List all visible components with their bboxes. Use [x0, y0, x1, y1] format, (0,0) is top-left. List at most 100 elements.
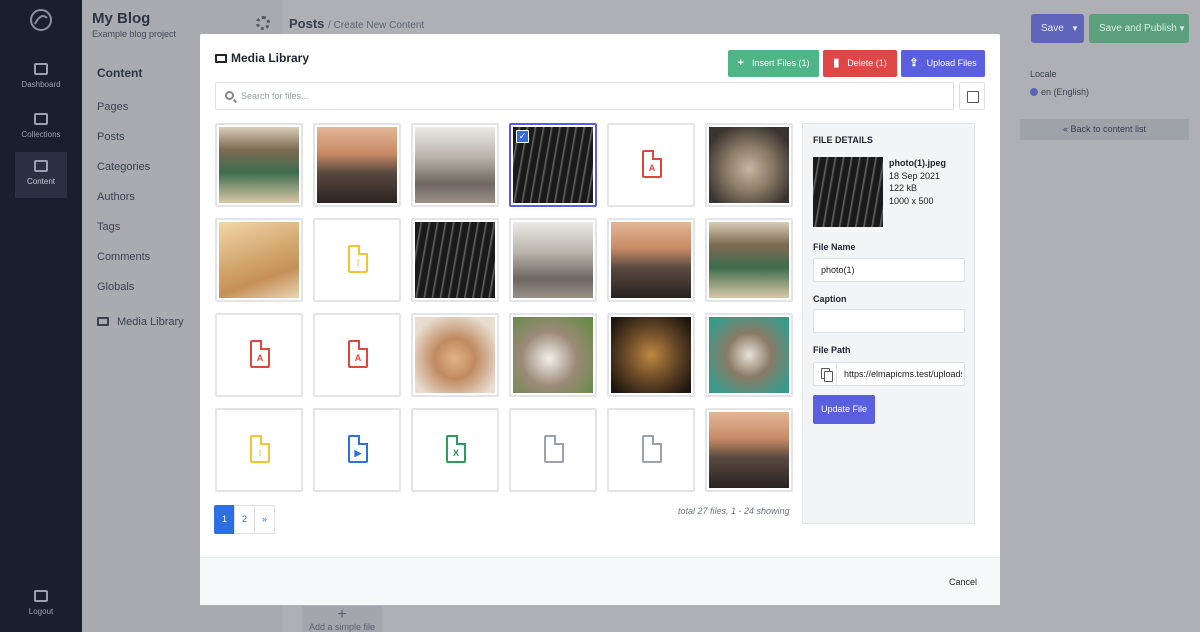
file-icon	[544, 435, 564, 463]
publish-dropdown-chevron-icon[interactable]: ▼	[1174, 14, 1190, 43]
media-library-modal: Media Library + Insert Files (1) ▮ Delete …	[200, 34, 1000, 605]
project-subtitle: Example blog project	[92, 29, 177, 39]
video-file-icon: ▶	[348, 435, 368, 463]
file-tile[interactable]	[607, 408, 695, 492]
page-title: Posts / Create New Content	[289, 16, 425, 31]
images-icon	[97, 317, 109, 326]
file-tile[interactable]	[705, 313, 793, 397]
project-title: My Blog	[92, 10, 151, 27]
file-tile[interactable]	[509, 408, 597, 492]
thumbnail-image	[709, 222, 789, 298]
left-rail: Dashboard Collections Content Logout	[0, 0, 82, 632]
delete-button[interactable]: ▮ Delete (1)	[823, 50, 897, 77]
thumbnail-image	[611, 317, 691, 393]
caption-input[interactable]	[813, 309, 965, 333]
thumbnail-image	[709, 317, 789, 393]
breadcrumb: / Create New Content	[328, 20, 425, 31]
page-2-button[interactable]: 2	[234, 505, 255, 534]
file-tile[interactable]	[411, 123, 499, 207]
page-1-button[interactable]: 1	[214, 505, 235, 534]
file-path-input[interactable]: https://elmapicms.test/uploads/photo(1).…	[844, 363, 962, 385]
sidebar-item-pages[interactable]: Pages	[97, 101, 150, 131]
file-tile[interactable]: A	[313, 313, 401, 397]
file-tile[interactable]: ✓	[509, 123, 597, 207]
upload-icon: ⇪	[909, 57, 919, 69]
next-page-button[interactable]: »	[254, 505, 275, 534]
app-logo	[30, 9, 52, 31]
thumbnail-image	[415, 317, 495, 393]
thumbnail-image	[513, 317, 593, 393]
grid-icon	[34, 113, 48, 125]
sidebar-item-media-library[interactable]: Media Library	[97, 316, 184, 328]
file-tile[interactable]: ⁞	[215, 408, 303, 492]
modal-footer: Cancel	[200, 557, 1000, 605]
zip-file-icon: ⁞	[250, 435, 270, 463]
sidebar-item-categories[interactable]: Categories	[97, 161, 150, 191]
sidebar-nav: Pages Posts Categories Authors Tags Comm…	[97, 101, 150, 311]
project-header: My Blog Example blog project	[92, 10, 176, 39]
cancel-button[interactable]: Cancel	[949, 577, 977, 587]
file-tile[interactable]	[411, 218, 499, 302]
locale-radio[interactable]: en (English)	[1030, 87, 1089, 97]
rail-dashboard[interactable]: Dashboard	[15, 55, 67, 101]
sidebar-item-comments[interactable]: Comments	[97, 251, 150, 281]
thumbnail-image	[513, 222, 593, 298]
file-tile[interactable]: A	[215, 313, 303, 397]
sidebar-item-posts[interactable]: Posts	[97, 131, 150, 161]
pdf-file-icon: A	[642, 150, 662, 178]
modal-title: Media Library	[215, 51, 309, 65]
file-tile[interactable]	[509, 218, 597, 302]
thumbnail-image	[415, 222, 495, 298]
file-tile[interactable]	[411, 313, 499, 397]
images-icon	[215, 54, 227, 63]
insert-files-button[interactable]: + Insert Files (1)	[728, 50, 819, 77]
file-tile[interactable]	[509, 313, 597, 397]
rail-content[interactable]: Content	[15, 152, 67, 198]
pagination: 1 2 »	[214, 505, 275, 534]
add-file-button[interactable]: + Add a simple file	[302, 606, 382, 632]
plus-icon: +	[337, 606, 347, 623]
file-tile[interactable]	[215, 218, 303, 302]
thumbnail-image	[709, 412, 789, 488]
back-to-list-button[interactable]: « Back to content list	[1020, 119, 1189, 140]
select-all-checkbox[interactable]	[959, 82, 985, 110]
file-tile[interactable]: ⁞	[313, 218, 401, 302]
file-name-text: photo(1).jpeg	[889, 158, 946, 168]
file-tile[interactable]	[215, 123, 303, 207]
thumbnail-image	[415, 127, 495, 203]
file-name-label: File Name	[813, 242, 856, 252]
edit-icon	[34, 160, 48, 172]
file-tile[interactable]: A	[607, 123, 695, 207]
sidebar-item-globals[interactable]: Globals	[97, 281, 150, 311]
file-details-panel: FILE DETAILS photo(1).jpeg 18 Sep 2021 1…	[802, 123, 975, 524]
caption-label: Caption	[813, 294, 847, 304]
file-tile[interactable]	[705, 123, 793, 207]
save-dropdown-chevron-icon[interactable]: ▼	[1067, 14, 1083, 43]
file-tile[interactable]: ▶	[313, 408, 401, 492]
thumbnail-image	[219, 222, 299, 298]
file-tile[interactable]	[607, 218, 695, 302]
search-input[interactable]	[241, 83, 941, 109]
file-tile[interactable]	[313, 123, 401, 207]
file-grid: ✓ A ⁞ A A ⁞ ▶ X	[215, 123, 795, 495]
file-tile[interactable]: X	[411, 408, 499, 492]
copy-icon[interactable]	[814, 363, 837, 385]
file-tile[interactable]	[705, 218, 793, 302]
file-name-input[interactable]: photo(1)	[813, 258, 965, 282]
file-dimensions: 1000 x 500	[889, 195, 934, 206]
sidebar-item-tags[interactable]: Tags	[97, 221, 150, 251]
file-path-label: File Path	[813, 345, 851, 355]
sidebar-section-content: Content	[97, 66, 143, 80]
file-size: 122 kB	[889, 183, 918, 193]
rail-logout[interactable]: Logout	[15, 582, 67, 628]
rail-collections[interactable]: Collections	[15, 105, 67, 151]
settings-gear-icon[interactable]	[256, 16, 270, 30]
file-path-field: https://elmapicms.test/uploads/photo(1).…	[813, 362, 965, 386]
logout-icon	[34, 590, 48, 602]
upload-files-button[interactable]: ⇪ Upload Files	[901, 50, 985, 77]
file-tile[interactable]	[705, 408, 793, 492]
selected-checkbox[interactable]: ✓	[516, 130, 529, 143]
file-tile[interactable]	[607, 313, 695, 397]
sidebar-item-authors[interactable]: Authors	[97, 191, 150, 221]
update-file-button[interactable]: Update File	[813, 395, 875, 424]
